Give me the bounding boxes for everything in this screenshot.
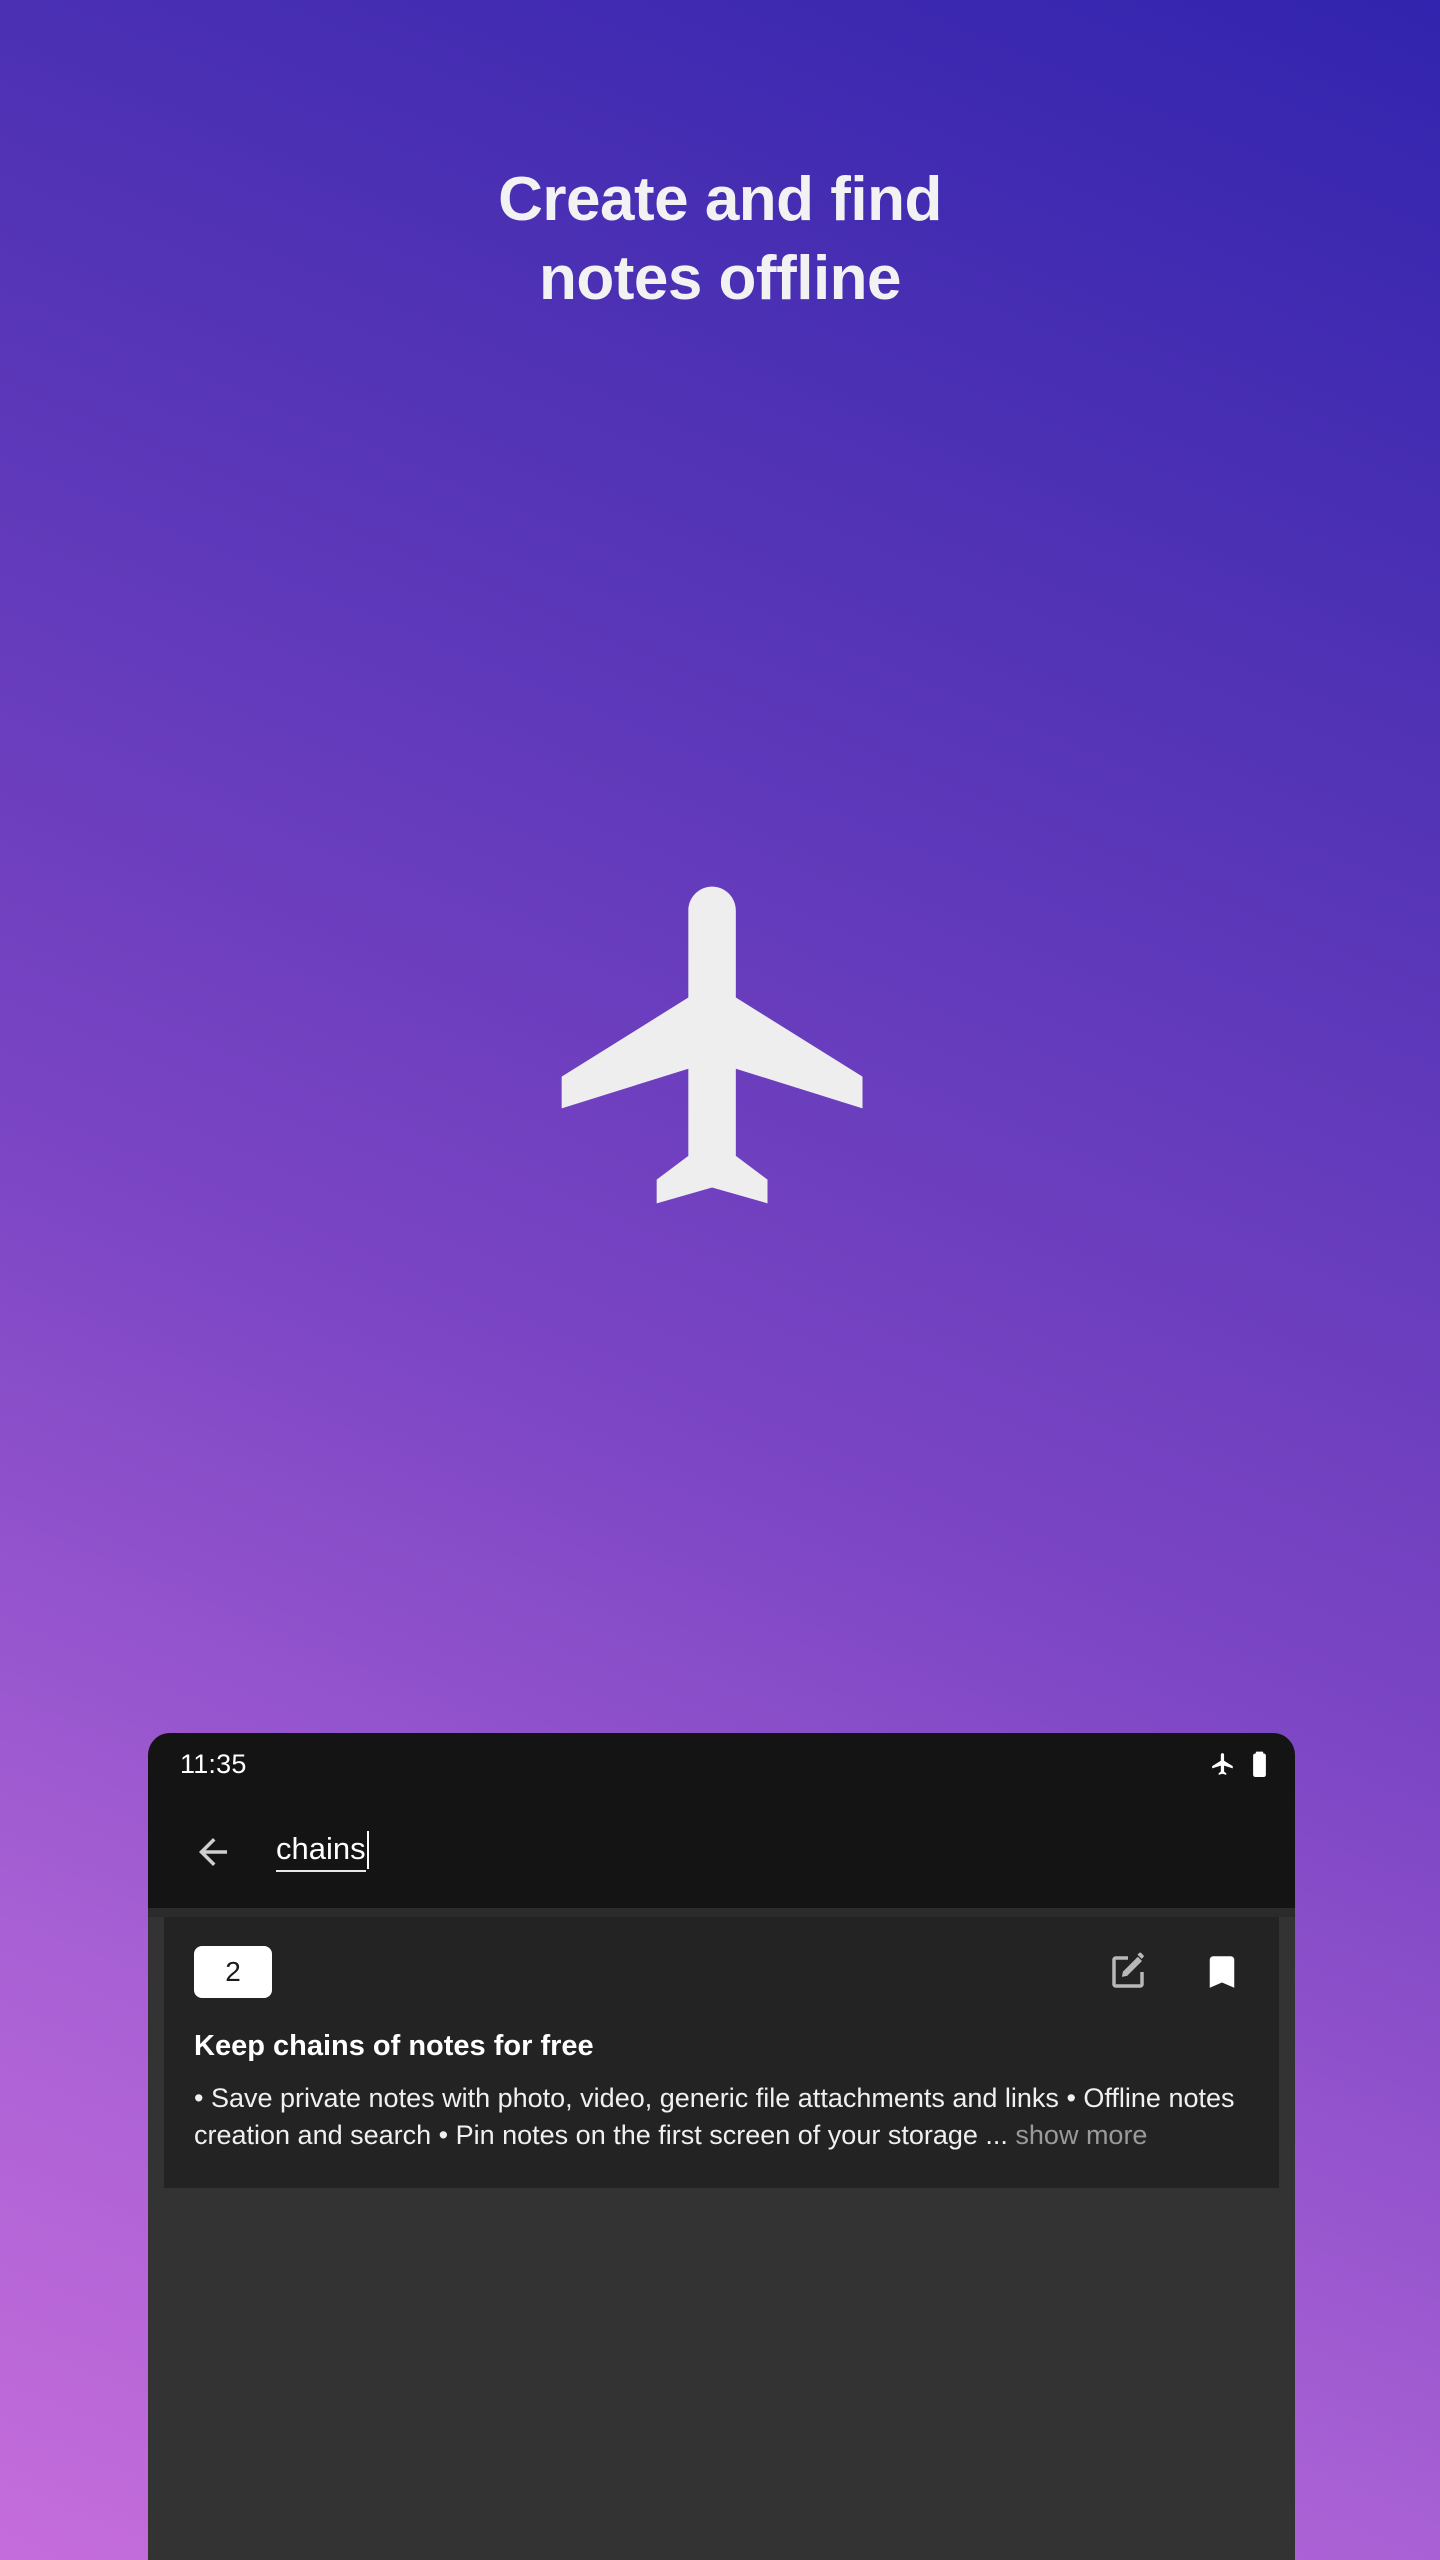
search-results-list: 2 Keep chains of notes for free • Save p…	[148, 1917, 1295, 2560]
search-app-bar: chains	[148, 1795, 1295, 1908]
show-more-link[interactable]: show more	[1015, 2120, 1147, 2150]
headline-line-2: notes offline	[538, 244, 902, 314]
search-input-value: chains	[276, 1831, 366, 1873]
page-title: Create and find notes offline	[0, 160, 1440, 319]
appbar-divider	[148, 1908, 1295, 1917]
note-title: Keep chains of notes for free	[194, 2030, 594, 2062]
promo-screen: Create and find notes offline 11:35 chai…	[0, 0, 1440, 2560]
bookmark-icon[interactable]	[1201, 1951, 1243, 1993]
status-icons	[1210, 1751, 1267, 1778]
back-arrow-icon[interactable]	[178, 1817, 248, 1887]
status-time: 11:35	[180, 1748, 247, 1779]
note-card-header: 2	[194, 1943, 1249, 2001]
note-card-actions	[1107, 1951, 1249, 1993]
edit-note-icon[interactable]	[1107, 1951, 1149, 1993]
phone-mockup: 11:35 chains 2 Keep chains of notes for …	[148, 1733, 1295, 2560]
status-bar: 11:35	[148, 1733, 1295, 1795]
battery-icon	[1252, 1751, 1267, 1778]
airplane-mode-icon	[1210, 1751, 1236, 1777]
text-cursor	[366, 1830, 369, 1869]
note-snippet: • Save private notes with photo, video, …	[194, 2080, 1249, 2155]
airplane-icon	[530, 845, 910, 1245]
status-badge: 2	[194, 1946, 272, 1998]
headline-line-1: Create and find	[498, 165, 942, 234]
search-input[interactable]: chains	[276, 1830, 369, 1873]
list-item[interactable]: 2 Keep chains of notes for free • Save p…	[164, 1917, 1279, 2189]
